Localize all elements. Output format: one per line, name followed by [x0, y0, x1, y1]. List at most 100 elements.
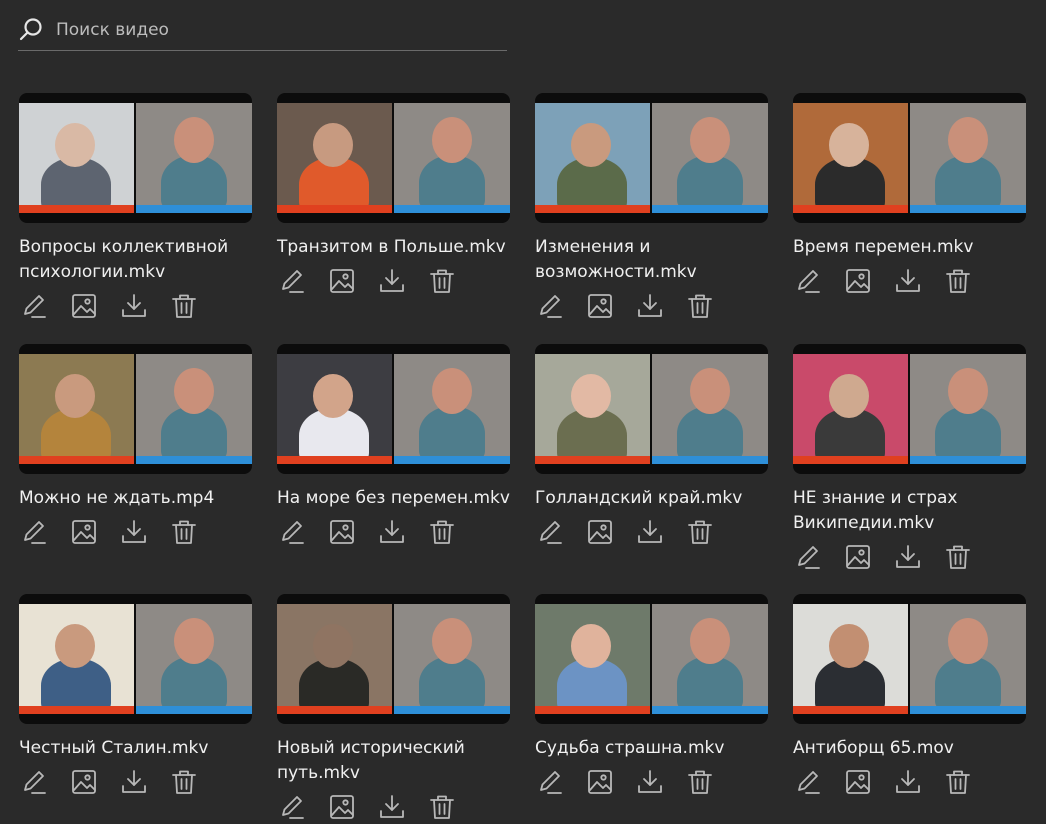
- search-icon[interactable]: [18, 17, 44, 43]
- download-icon[interactable]: [377, 792, 407, 822]
- right-name-bar: [136, 456, 252, 464]
- download-icon[interactable]: [635, 517, 665, 547]
- delete-icon[interactable]: [427, 266, 457, 296]
- download-icon[interactable]: [893, 767, 923, 797]
- right-participant-pane: [910, 354, 1026, 461]
- left-participant-head: [571, 374, 611, 418]
- right-participant: [935, 656, 1001, 711]
- edit-icon[interactable]: [793, 542, 823, 572]
- delete-icon[interactable]: [169, 517, 199, 547]
- delete-icon[interactable]: [169, 291, 199, 321]
- image-icon[interactable]: [69, 517, 99, 547]
- left-participant-pane: [793, 354, 908, 463]
- right-participant-head: [948, 117, 988, 163]
- video-actions: [535, 291, 768, 321]
- download-icon[interactable]: [635, 767, 665, 797]
- edit-icon[interactable]: [277, 792, 307, 822]
- image-icon[interactable]: [843, 266, 873, 296]
- image-icon[interactable]: [327, 266, 357, 296]
- download-icon[interactable]: [119, 767, 149, 797]
- download-icon[interactable]: [377, 517, 407, 547]
- image-icon[interactable]: [327, 792, 357, 822]
- right-name-bar: [136, 205, 252, 213]
- edit-icon[interactable]: [535, 517, 565, 547]
- video-actions: [19, 291, 252, 321]
- download-icon[interactable]: [119, 517, 149, 547]
- delete-icon[interactable]: [169, 767, 199, 797]
- right-participant-pane: [136, 604, 252, 711]
- video-title: Изменения и возможности.mkv: [535, 237, 697, 282]
- edit-icon[interactable]: [19, 291, 49, 321]
- right-name-bar: [910, 205, 1026, 213]
- edit-icon[interactable]: [19, 767, 49, 797]
- edit-icon[interactable]: [19, 517, 49, 547]
- download-icon[interactable]: [377, 266, 407, 296]
- video-card: Транзитом в Польше.mkv: [277, 93, 510, 344]
- left-participant-pane: [277, 354, 392, 463]
- right-participant-pane: [910, 604, 1026, 711]
- video-thumbnail[interactable]: [19, 93, 252, 223]
- delete-icon[interactable]: [943, 266, 973, 296]
- edit-icon[interactable]: [535, 291, 565, 321]
- right-participant-pane: [394, 103, 510, 210]
- left-participant-pane: [277, 604, 392, 713]
- download-icon[interactable]: [119, 291, 149, 321]
- right-name-bar: [136, 706, 252, 714]
- video-title: Антиборщ 65.mov: [793, 738, 954, 758]
- video-thumbnail[interactable]: [535, 93, 768, 223]
- image-icon[interactable]: [585, 291, 615, 321]
- delete-icon[interactable]: [943, 767, 973, 797]
- video-thumbnail[interactable]: [19, 344, 252, 474]
- delete-icon[interactable]: [685, 767, 715, 797]
- video-thumbnail[interactable]: [277, 344, 510, 474]
- image-icon[interactable]: [843, 767, 873, 797]
- video-thumbnail[interactable]: [793, 344, 1026, 474]
- download-icon[interactable]: [635, 291, 665, 321]
- video-thumbnail[interactable]: [793, 594, 1026, 724]
- delete-icon[interactable]: [943, 542, 973, 572]
- video-thumbnail[interactable]: [19, 594, 252, 724]
- right-participant: [935, 406, 1001, 461]
- video-card: Изменения и возможности.mkv: [535, 93, 768, 344]
- delete-icon[interactable]: [427, 792, 457, 822]
- image-icon[interactable]: [69, 291, 99, 321]
- right-name-bar: [910, 456, 1026, 464]
- video-thumbnail[interactable]: [793, 93, 1026, 223]
- search-input[interactable]: [54, 19, 507, 41]
- edit-icon[interactable]: [793, 266, 823, 296]
- right-name-bar: [394, 456, 510, 464]
- image-icon[interactable]: [69, 767, 99, 797]
- video-thumbnail[interactable]: [535, 344, 768, 474]
- video-actions: [277, 266, 510, 296]
- right-participant: [161, 155, 227, 210]
- edit-icon[interactable]: [535, 767, 565, 797]
- edit-icon[interactable]: [277, 266, 307, 296]
- left-name-bar: [793, 706, 908, 714]
- edit-icon[interactable]: [793, 767, 823, 797]
- image-icon[interactable]: [585, 767, 615, 797]
- left-participant-pane: [277, 103, 392, 212]
- video-thumbnail[interactable]: [277, 93, 510, 223]
- video-thumbnail[interactable]: [277, 594, 510, 724]
- right-participant: [161, 406, 227, 461]
- download-icon[interactable]: [893, 542, 923, 572]
- video-title: Судьба страшна.mkv: [535, 738, 725, 758]
- image-icon[interactable]: [843, 542, 873, 572]
- video-actions: [535, 517, 768, 547]
- left-name-bar: [793, 456, 908, 464]
- video-actions: [793, 542, 1026, 572]
- left-name-bar: [277, 205, 392, 213]
- download-icon[interactable]: [893, 266, 923, 296]
- edit-icon[interactable]: [277, 517, 307, 547]
- image-icon[interactable]: [585, 517, 615, 547]
- video-thumbnail[interactable]: [535, 594, 768, 724]
- video-title: Время перемен.mkv: [793, 237, 974, 257]
- left-participant-head: [55, 374, 95, 418]
- delete-icon[interactable]: [685, 517, 715, 547]
- delete-icon[interactable]: [427, 517, 457, 547]
- image-icon[interactable]: [327, 517, 357, 547]
- left-participant-pane: [793, 103, 908, 212]
- delete-icon[interactable]: [685, 291, 715, 321]
- left-name-bar: [277, 456, 392, 464]
- video-card: Честный Сталин.mkv: [19, 594, 252, 824]
